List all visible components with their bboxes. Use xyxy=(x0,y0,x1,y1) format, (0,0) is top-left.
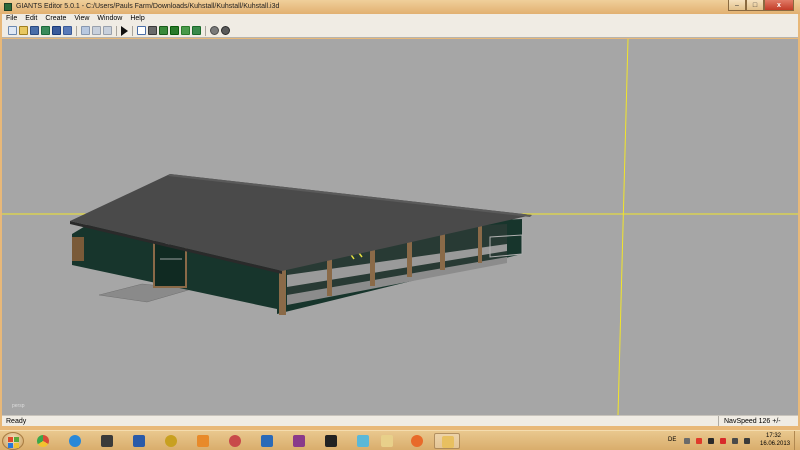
clock-date[interactable]: 16.06.2013 xyxy=(760,441,790,447)
terrain-icon[interactable] xyxy=(181,26,190,35)
qr-app-icon xyxy=(325,435,337,447)
gold-app-icon xyxy=(165,435,177,447)
camera-label: persp xyxy=(12,403,25,409)
taskbar-app-fish[interactable] xyxy=(404,433,430,449)
close-button[interactable]: x xyxy=(764,0,794,11)
paint-app-icon xyxy=(229,435,241,447)
status-text: Ready xyxy=(6,418,27,425)
open-file-icon[interactable] xyxy=(19,26,28,35)
maximize-button[interactable]: □ xyxy=(746,0,764,11)
system-tray: DE 17:32 16.06.2013 xyxy=(664,431,800,450)
taskbar-app-chrome[interactable] xyxy=(30,433,56,449)
menu-help[interactable]: Help xyxy=(126,14,148,24)
explorer-icon xyxy=(381,435,393,447)
menu-file[interactable]: File xyxy=(2,14,21,24)
taskbar-app-tool[interactable] xyxy=(94,433,120,449)
tray-up-arrow-icon[interactable] xyxy=(684,438,690,444)
internet-explorer-icon xyxy=(69,435,81,447)
chrome-icon xyxy=(37,435,49,447)
toolbar-separator xyxy=(76,25,77,36)
toolbar xyxy=(2,24,798,38)
rotate-icon[interactable] xyxy=(159,26,168,35)
title-bar[interactable]: GIANTS Editor 5.0.1 - C:/Users/Pauls Far… xyxy=(0,0,800,14)
taskbar-app-qr[interactable] xyxy=(318,433,344,449)
toolbar-separator xyxy=(116,25,117,36)
minimize-button[interactable]: – xyxy=(728,0,746,11)
menu-window[interactable]: Window xyxy=(93,14,126,24)
save-as-icon[interactable] xyxy=(41,26,50,35)
taskbar-app-remote[interactable] xyxy=(254,433,280,449)
taskbar-app-paint[interactable] xyxy=(222,433,248,449)
window-title: GIANTS Editor 5.0.1 - C:/Users/Pauls Far… xyxy=(16,3,280,10)
menu-bar: File Edit Create View Window Help xyxy=(2,14,798,24)
menu-view[interactable]: View xyxy=(70,14,93,24)
select-icon[interactable] xyxy=(137,26,146,35)
tray-power-icon[interactable] xyxy=(720,438,726,444)
3d-viewport[interactable]: persp xyxy=(2,39,798,415)
taskbar-app-notes[interactable] xyxy=(350,433,376,449)
taskbar-app-archive[interactable] xyxy=(286,433,312,449)
wooden-pillar xyxy=(478,223,482,263)
taskbar-app-folder[interactable] xyxy=(434,433,460,449)
remote-desktop-icon xyxy=(261,435,273,447)
export-icon[interactable] xyxy=(52,26,61,35)
menu-create[interactable]: Create xyxy=(41,14,70,24)
start-button[interactable] xyxy=(2,432,24,450)
play-icon[interactable] xyxy=(121,25,128,36)
taskbar-app-giants[interactable] xyxy=(126,433,152,449)
show-desktop-button[interactable] xyxy=(794,431,800,450)
copy-icon[interactable] xyxy=(103,26,112,35)
windows-logo-icon xyxy=(14,437,19,442)
giants-app-icon xyxy=(4,3,12,11)
folder-icon xyxy=(442,436,454,448)
taskbar-app-media[interactable] xyxy=(190,433,216,449)
fish-app-icon xyxy=(411,435,423,447)
menu-edit[interactable]: Edit xyxy=(21,14,41,24)
windows-logo-icon xyxy=(8,437,13,442)
language-indicator[interactable]: DE xyxy=(668,437,676,443)
notes-icon xyxy=(357,435,369,447)
lock-icon[interactable] xyxy=(221,26,230,35)
tray-monitor-icon[interactable] xyxy=(732,438,738,444)
barn-left-post xyxy=(72,237,84,261)
status-divider xyxy=(718,416,719,426)
windows-logo-icon xyxy=(8,443,13,448)
tray-flag-icon[interactable] xyxy=(708,438,714,444)
cut-icon[interactable] xyxy=(92,26,101,35)
taskbar: DE 17:32 16.06.2013 xyxy=(0,430,800,450)
tray-volume-icon[interactable] xyxy=(744,438,750,444)
archive-icon xyxy=(293,435,305,447)
editor-window: GIANTS Editor 5.0.1 - C:/Users/Pauls Far… xyxy=(0,0,800,430)
taskbar-app-gold[interactable] xyxy=(158,433,184,449)
move-icon[interactable] xyxy=(148,26,157,35)
media-player-icon xyxy=(197,435,209,447)
redo-icon[interactable] xyxy=(81,26,90,35)
undo-icon[interactable] xyxy=(63,26,72,35)
clock-time[interactable]: 17:32 xyxy=(766,433,781,439)
status-bar: Ready NavSpeed 126 +/- xyxy=(2,415,798,426)
taskbar-app-ie[interactable] xyxy=(62,433,88,449)
window-controls: – □ x xyxy=(728,0,794,11)
tool-icon xyxy=(101,435,113,447)
tray-network-icon[interactable] xyxy=(696,438,702,444)
taskbar-app-explorer[interactable] xyxy=(374,433,400,449)
giants-editor-icon xyxy=(133,435,145,447)
save-icon[interactable] xyxy=(30,26,39,35)
windows-logo-icon xyxy=(14,443,19,448)
settings-icon[interactable] xyxy=(210,26,219,35)
new-file-icon[interactable] xyxy=(8,26,17,35)
toolbar-separator xyxy=(205,25,206,36)
scale-icon[interactable] xyxy=(170,26,179,35)
paint-icon[interactable] xyxy=(192,26,201,35)
scene-render xyxy=(2,39,798,415)
toolbar-separator xyxy=(132,25,133,36)
z-axis-line xyxy=(617,39,629,415)
navspeed-readout: NavSpeed 126 +/- xyxy=(724,418,781,425)
